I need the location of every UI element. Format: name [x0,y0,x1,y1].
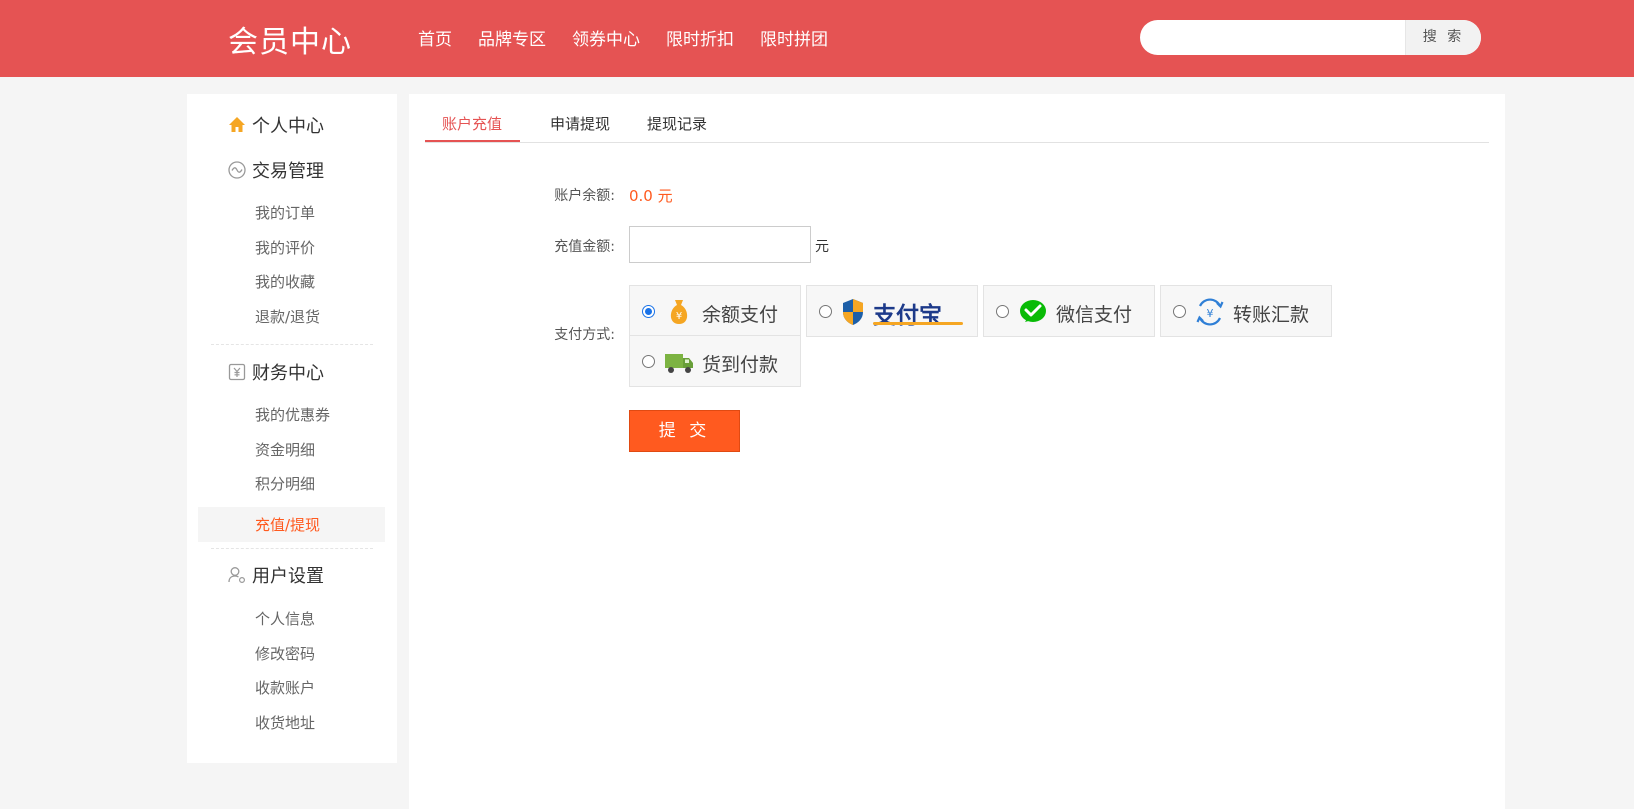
sidebar-divider [211,548,373,549]
sidebar-group-trade-label: 交易管理 [252,161,324,182]
svg-text:¥: ¥ [676,311,682,322]
submit-button[interactable]: 提 交 [629,410,740,452]
amount-unit: 元 [815,239,829,255]
recharge-amount-input[interactable] [629,226,811,263]
active-tab-underline [425,140,520,142]
sidebar-group-settings: 用户设置 [227,562,324,588]
alipay-logo-swoosh [873,322,963,325]
user-settings-icon [227,565,247,585]
nav-group-buy[interactable]: 限时拼团 [760,25,828,50]
sidebar-item-fund-details[interactable]: 资金明细 [255,439,315,460]
balance-label: 账户余额: [554,188,615,204]
pay-option-alipay[interactable]: 支付宝 [806,285,978,337]
sidebar-item-recharge-withdraw[interactable]: 充值/提现 [255,514,320,535]
search-box: 搜 索 [1140,20,1481,55]
delivery-truck-icon [664,347,694,377]
sidebar-group-settings-label: 用户设置 [252,566,324,587]
nav-coupons[interactable]: 领券中心 [572,25,640,50]
sidebar-item-points[interactable]: 积分明细 [255,473,315,494]
sidebar-home-label: 个人中心 [252,116,324,137]
pay-radio-cod[interactable] [642,355,655,368]
pay-option-balance-label: 余额支付 [702,304,779,326]
pay-radio-alipay[interactable] [819,305,832,318]
balance-value: 0.0 元 [629,187,673,205]
amount-label: 充值金额: [554,239,615,255]
svg-text:¥: ¥ [1207,307,1214,320]
pay-option-cod[interactable]: 货到付款 [629,335,801,387]
sidebar-item-coupons[interactable]: 我的优惠券 [255,404,330,425]
wechat-pay-icon [1018,297,1048,327]
sidebar-item-change-password[interactable]: 修改密码 [255,643,315,664]
nav-home[interactable]: 首页 [418,25,452,50]
sidebar-item-shipping-address[interactable]: 收货地址 [255,712,315,733]
pay-option-transfer-label: 转账汇款 [1233,304,1310,326]
tab-recharge[interactable]: 账户充值 [442,113,502,134]
pay-option-balance[interactable]: ¥ 余额支付 [629,285,801,337]
sidebar-item-favorites[interactable]: 我的收藏 [255,271,315,292]
pay-option-wechat[interactable]: 微信支付 [983,285,1155,337]
tab-apply-withdraw[interactable]: 申请提现 [550,113,610,134]
payment-method-label: 支付方式: [554,327,615,343]
sidebar-item-payee-account[interactable]: 收款账户 [255,677,315,698]
sidebar-item-refunds[interactable]: 退款/退货 [255,306,320,327]
search-input[interactable] [1140,20,1405,55]
sidebar-divider [211,344,373,345]
pay-option-wechat-label: 微信支付 [1056,304,1133,326]
search-button[interactable]: 搜 索 [1405,20,1481,55]
sidebar-group-finance: 财务中心 [227,359,324,385]
pay-radio-balance[interactable] [642,305,655,318]
sidebar-home[interactable]: 个人中心 [227,112,324,138]
tab-withdraw-records[interactable]: 提现记录 [647,113,707,134]
nav-discount[interactable]: 限时折扣 [666,25,734,50]
pay-option-transfer[interactable]: ¥ 转账汇款 [1160,285,1332,337]
finance-icon [227,362,247,382]
sidebar-group-finance-label: 财务中心 [252,363,324,384]
money-bag-icon: ¥ [664,297,694,327]
sidebar-item-profile[interactable]: 个人信息 [255,608,315,629]
pay-option-cod-label: 货到付款 [702,354,779,376]
sidebar-item-reviews[interactable]: 我的评价 [255,237,315,258]
sidebar: 个人中心 交易管理 我的订单 我的评价 我的收藏 退款/退货 财务中心 我的优惠… [187,94,397,763]
bank-transfer-icon: ¥ [1195,297,1225,327]
sidebar-group-trade: 交易管理 [227,157,324,183]
main-panel: 账户充值 申请提现 提现记录 账户余额: 0.0 元 充值金额: 元 支付方式:… [409,94,1505,809]
shield-icon [841,297,865,327]
tab-bar: 账户充值 申请提现 提现记录 [425,94,1489,143]
trade-icon [227,160,247,180]
top-header: 会员中心 首页 品牌专区 领券中心 限时折扣 限时拼团 搜 索 [0,0,1634,77]
site-logo[interactable]: 会员中心 [228,17,352,61]
home-icon [227,115,247,135]
pay-radio-wechat[interactable] [996,305,1009,318]
main-nav: 首页 品牌专区 领券中心 限时折扣 限时拼团 [418,25,854,50]
pay-radio-transfer[interactable] [1173,305,1186,318]
nav-brands[interactable]: 品牌专区 [478,25,546,50]
sidebar-item-orders[interactable]: 我的订单 [255,202,315,223]
